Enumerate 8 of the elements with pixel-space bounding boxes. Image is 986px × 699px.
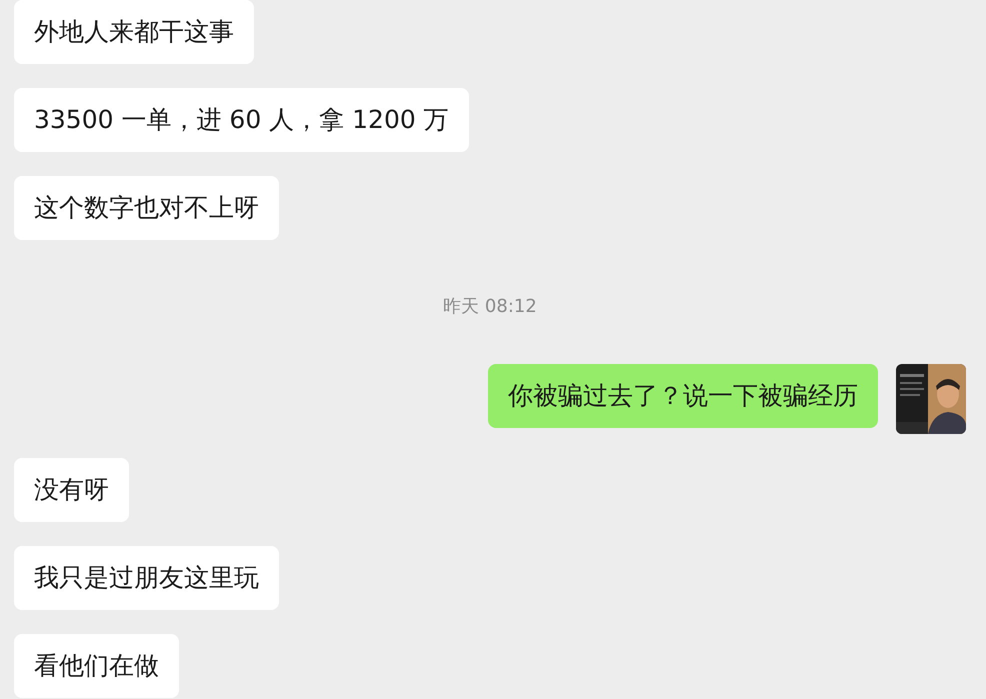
- message-bubble: 33500 一单，进 60 人，拿 1200 万: [14, 88, 469, 152]
- timestamp: 昨天 08:12: [443, 295, 537, 318]
- message-bubble: 没有呀: [14, 458, 129, 522]
- message-bubble: 你被骗过去了？说一下被骗经历: [488, 364, 878, 428]
- message-bubble: 我只是过朋友这里玩: [14, 546, 279, 610]
- message-bubble: 外地人来都干这事: [14, 0, 254, 64]
- message-bubble: 这个数字也对不上呀: [14, 176, 279, 240]
- message-bubble: 看他们在做: [14, 634, 179, 698]
